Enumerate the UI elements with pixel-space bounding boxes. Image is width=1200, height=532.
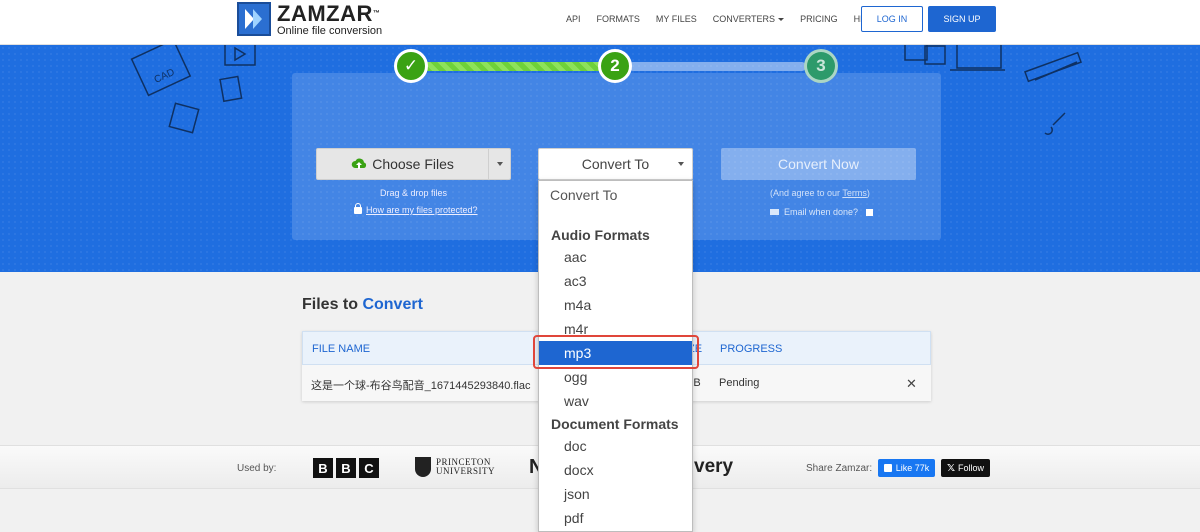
files-protected-link[interactable]: How are my files protected?: [354, 202, 478, 215]
terms-suffix: ): [866, 188, 870, 198]
step-2-active: 2: [598, 49, 632, 83]
selection-highlight: [533, 335, 699, 369]
cloud-upload-icon: [351, 158, 367, 169]
drag-drop-hint: Drag & drop files: [380, 188, 448, 198]
option-docx[interactable]: docx: [539, 458, 692, 482]
x-follow-label: Follow: [958, 463, 985, 473]
terms-note: (And agree to our Terms): [770, 188, 870, 198]
nav-pricing[interactable]: PRICING: [800, 14, 838, 24]
terms-prefix: (And agree to our: [770, 188, 843, 198]
cad-doodle-icon: CAD: [130, 45, 256, 134]
step-1-complete: ✓: [394, 49, 428, 83]
step-3: 3: [804, 49, 838, 83]
princeton-logo: PRINCETON UNIVERSITY: [415, 457, 495, 477]
facebook-like-button[interactable]: Like 77k: [878, 459, 935, 477]
brand-tagline: Online file conversion: [277, 25, 383, 37]
choose-files-label: Choose Files: [372, 156, 454, 172]
option-wav[interactable]: wav: [539, 389, 692, 413]
group-document-formats: Document Formats: [551, 416, 679, 432]
choose-files-source-toggle[interactable]: [488, 149, 510, 179]
file-name: 这是一个球-布谷鸟配音_1671445293840.flac: [311, 380, 531, 392]
convert-to-select[interactable]: Convert To: [538, 148, 693, 180]
bbc-letter: B: [336, 458, 356, 478]
files-protected-label: How are my files protected?: [366, 205, 478, 215]
bbc-letter: C: [359, 458, 379, 478]
princeton-shield-icon: [415, 457, 431, 477]
option-json[interactable]: json: [539, 482, 692, 506]
option-doc[interactable]: doc: [539, 434, 692, 458]
envelope-icon: [770, 209, 779, 215]
nav-converters-label: CONVERTERS: [712, 14, 776, 24]
share-label: Share Zamzar:: [806, 463, 873, 474]
convert-now-button[interactable]: Convert Now: [721, 148, 916, 180]
zamzar-logo-icon: [237, 2, 271, 36]
file-progress: Pending: [719, 377, 760, 389]
files-title-prefix: Files to: [302, 296, 363, 313]
bbc-logo: B B C: [313, 458, 382, 478]
option-m4a[interactable]: m4a: [539, 293, 692, 317]
convert-to-label: Convert To: [581, 156, 650, 172]
remove-file-icon[interactable]: ✕: [906, 376, 917, 392]
x-logo-icon: 𝕏: [946, 462, 956, 474]
dropdown-placeholder[interactable]: Convert To: [539, 183, 692, 207]
nav-api[interactable]: API: [566, 14, 581, 24]
nav-formats[interactable]: FORMATS: [597, 14, 640, 24]
lock-icon: [354, 202, 362, 214]
option-pdf[interactable]: pdf: [539, 506, 692, 530]
login-button[interactable]: LOG IN: [861, 6, 923, 32]
chevron-down-icon: [678, 162, 684, 166]
terms-link[interactable]: Terms: [842, 188, 867, 198]
chevron-down-icon: [496, 162, 503, 166]
svg-text:CAD: CAD: [153, 67, 177, 86]
option-ac3[interactable]: ac3: [539, 269, 692, 293]
nav-converters[interactable]: CONVERTERS: [712, 14, 785, 24]
header-file-name: FILE NAME: [312, 343, 371, 355]
chevron-down-icon: [778, 18, 785, 22]
x-follow-button[interactable]: 𝕏 Follow: [941, 459, 990, 477]
progress-track-complete: [425, 62, 605, 71]
thumbs-up-icon: [883, 464, 892, 472]
progress-track-pending: [630, 62, 805, 71]
nav-links: API FORMATS MY FILES CONVERTERS PRICING …: [566, 14, 893, 24]
brand-tm: ™: [372, 10, 381, 17]
email-when-done: Email when done?: [770, 207, 874, 217]
files-to-convert-title: Files to Convert: [302, 296, 423, 314]
option-aac[interactable]: aac: [539, 245, 692, 269]
signup-button[interactable]: SIGN UP: [928, 6, 996, 32]
partial-logo-right: very: [694, 456, 734, 477]
group-audio-formats: Audio Formats: [551, 227, 650, 243]
email-when-done-label: Email when done?: [784, 207, 859, 217]
bbc-letter: B: [313, 458, 333, 478]
choose-files-button[interactable]: Choose Files: [316, 148, 511, 180]
princeton-line-2: UNIVERSITY: [436, 466, 495, 476]
nav-my-files[interactable]: MY FILES: [656, 14, 697, 24]
used-by-label: Used by:: [237, 463, 277, 474]
brand-name: ZAMZAR: [277, 1, 373, 26]
zamzar-logo[interactable]: ZAMZAR™ Online file conversion: [237, 2, 382, 37]
email-when-done-checkbox[interactable]: [866, 208, 874, 216]
top-nav: ZAMZAR™ Online file conversion API FORMA…: [0, 0, 1200, 45]
header-progress: PROGRESS: [720, 343, 783, 355]
files-title-accent: Convert: [362, 296, 423, 313]
facebook-like-label: Like 77k: [895, 463, 930, 473]
